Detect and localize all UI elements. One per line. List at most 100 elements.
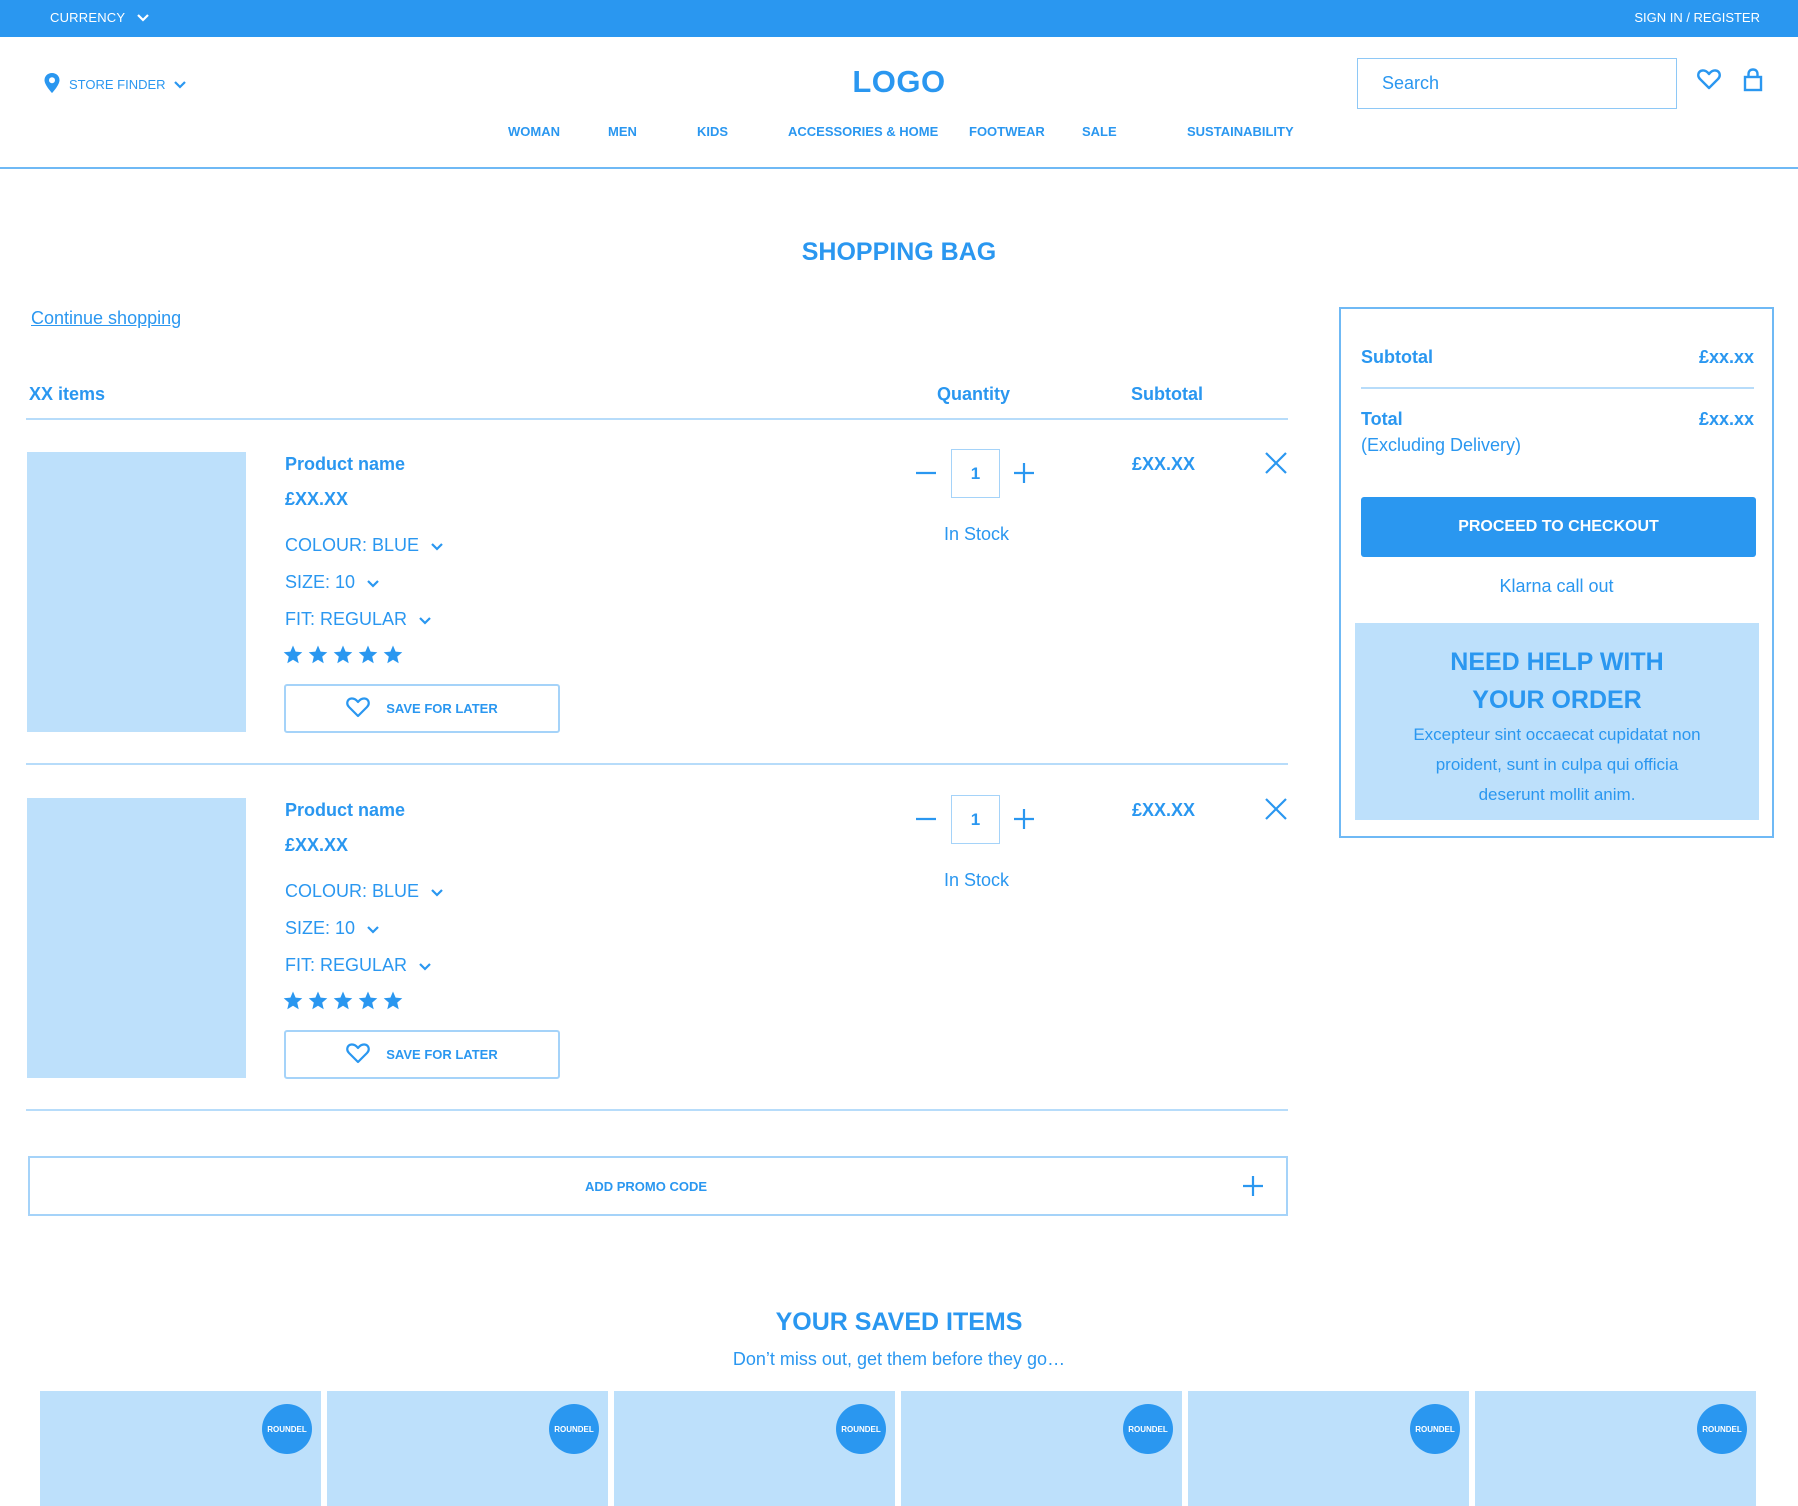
fit-select[interactable]: FIT: REGULAR — [285, 609, 431, 630]
star-icon — [358, 645, 378, 669]
proceed-to-checkout-button[interactable]: PROCEED TO CHECKOUT — [1361, 497, 1756, 557]
chevron-down-icon — [367, 918, 379, 939]
divider — [1361, 387, 1754, 389]
subtotal-value: £xx.xx — [1698, 347, 1754, 367]
increase-quantity-button[interactable] — [1013, 462, 1035, 489]
decrease-quantity-button[interactable] — [915, 808, 937, 835]
product-image[interactable] — [27, 798, 246, 1078]
chevron-down-icon — [367, 572, 379, 593]
klarna-callout[interactable]: Klarna call out — [1341, 576, 1772, 597]
nav-sustainability[interactable]: SUSTAINABILITY — [1187, 124, 1294, 139]
star-icon — [308, 645, 328, 669]
star-rating — [283, 645, 403, 669]
saved-item-card[interactable]: ROUNDEL — [40, 1391, 321, 1506]
help-text: Excepteur sint occaecat cupidatat non pr… — [1413, 725, 1701, 804]
divider — [26, 418, 1288, 420]
line-subtotal: £XX.XX — [1132, 454, 1196, 474]
shopping-bag-icon[interactable] — [1743, 68, 1763, 97]
save-for-later-button[interactable]: SAVE FOR LATER — [284, 684, 560, 733]
heart-icon[interactable] — [1697, 68, 1721, 95]
currency-selector[interactable]: CURRENCY — [50, 10, 150, 25]
saved-items-title: YOUR SAVED ITEMS — [775, 1308, 1023, 1336]
size-select[interactable]: SIZE: 10 — [285, 572, 379, 593]
star-icon — [383, 991, 403, 1015]
fit-value: FIT: REGULAR — [285, 609, 408, 629]
size-value: SIZE: 10 — [285, 918, 356, 938]
divider — [26, 1109, 1288, 1111]
top-bar: CURRENCY SIGN IN / REGISTER — [0, 0, 1798, 37]
add-promo-code-button[interactable]: ADD PROMO CODE — [28, 1156, 1288, 1216]
order-summary-panel: Subtotal £xx.xx Total (Excluding Deliver… — [1339, 307, 1774, 838]
colour-select[interactable]: COLOUR: BLUE — [285, 535, 443, 556]
saved-item-card[interactable]: ROUNDEL — [614, 1391, 895, 1506]
roundel-badge: ROUNDEL — [836, 1404, 886, 1454]
star-icon — [308, 991, 328, 1015]
help-title-line1: NEED HELP WITH — [1450, 648, 1664, 676]
total-label: Total — [1361, 409, 1403, 429]
nav-sale[interactable]: SALE — [1082, 124, 1117, 139]
star-icon — [283, 645, 303, 669]
nav-accessories-home[interactable]: ACCESSORIES & HOME — [788, 124, 938, 139]
heart-icon — [346, 696, 371, 721]
saved-item-card[interactable]: ROUNDEL — [1188, 1391, 1469, 1506]
saved-item-card[interactable]: ROUNDEL — [901, 1391, 1182, 1506]
quantity-value[interactable]: 1 — [951, 795, 1000, 844]
line-subtotal: £XX.XX — [1132, 800, 1196, 820]
increase-quantity-button[interactable] — [1013, 808, 1035, 835]
chevron-down-icon — [419, 955, 431, 976]
plus-icon — [1242, 1175, 1264, 1202]
subtotal-label: Subtotal — [1361, 347, 1433, 367]
roundel-badge: ROUNDEL — [1123, 1404, 1173, 1454]
star-icon — [383, 645, 403, 669]
star-rating — [283, 991, 403, 1015]
divider — [26, 763, 1288, 765]
nav-footwear[interactable]: FOOTWEAR — [969, 124, 1045, 139]
colour-value: COLOUR: BLUE — [285, 881, 420, 901]
bag-item: Product name £XX.XX COLOUR: BLUE SIZE: 1… — [0, 795, 1300, 1143]
save-for-later-label: SAVE FOR LATER — [386, 701, 498, 716]
star-icon — [358, 991, 378, 1015]
star-icon — [333, 645, 353, 669]
colour-select[interactable]: COLOUR: BLUE — [285, 881, 443, 902]
product-image[interactable] — [27, 452, 246, 732]
chevron-down-icon — [419, 609, 431, 630]
nav-kids[interactable]: KIDS — [697, 124, 728, 139]
roundel-badge: ROUNDEL — [1410, 1404, 1460, 1454]
product-price: £XX.XX — [285, 489, 349, 509]
product-name[interactable]: Product name — [285, 800, 405, 821]
help-title: NEED HELP WITH YOUR ORDER — [1355, 643, 1759, 719]
roundel-badge: ROUNDEL — [549, 1404, 599, 1454]
search-input[interactable] — [1357, 58, 1677, 109]
header-divider — [0, 167, 1798, 169]
saved-item-card[interactable]: ROUNDEL — [327, 1391, 608, 1506]
nav-men[interactable]: MEN — [608, 124, 637, 139]
nav-woman[interactable]: WOMAN — [508, 124, 560, 139]
remove-item-close-icon[interactable] — [1265, 798, 1287, 825]
quantity-heading: Quantity — [937, 384, 1011, 404]
roundel-badge: ROUNDEL — [262, 1404, 312, 1454]
size-select[interactable]: SIZE: 10 — [285, 918, 379, 939]
sign-in-register-link[interactable]: SIGN IN / REGISTER — [1634, 10, 1760, 25]
stock-status: In Stock — [944, 870, 1010, 890]
roundel-badge: ROUNDEL — [1697, 1404, 1747, 1454]
save-for-later-button[interactable]: SAVE FOR LATER — [284, 1030, 560, 1079]
help-title-line2: YOUR ORDER — [1472, 686, 1642, 714]
quantity-value[interactable]: 1 — [951, 449, 1000, 498]
items-count: XX items — [29, 384, 106, 404]
chevron-down-icon — [431, 535, 443, 556]
saved-item-card[interactable]: ROUNDEL — [1475, 1391, 1756, 1506]
help-box: NEED HELP WITH YOUR ORDER Excepteur sint… — [1355, 623, 1759, 820]
bag-item: Product name £XX.XX COLOUR: BLUE SIZE: 1… — [0, 449, 1300, 797]
chevron-down-icon — [431, 881, 443, 902]
total-note: (Excluding Delivery) — [1361, 435, 1522, 455]
promo-label: ADD PROMO CODE — [584, 1179, 708, 1194]
page-title: SHOPPING BAG — [801, 238, 997, 266]
remove-item-close-icon[interactable] — [1265, 452, 1287, 479]
stock-status: In Stock — [944, 524, 1010, 544]
decrease-quantity-button[interactable] — [915, 462, 937, 489]
save-for-later-label: SAVE FOR LATER — [386, 1047, 498, 1062]
continue-shopping-link[interactable]: Continue shopping — [31, 308, 181, 329]
fit-select[interactable]: FIT: REGULAR — [285, 955, 431, 976]
product-name[interactable]: Product name — [285, 454, 405, 475]
size-value: SIZE: 10 — [285, 572, 356, 592]
